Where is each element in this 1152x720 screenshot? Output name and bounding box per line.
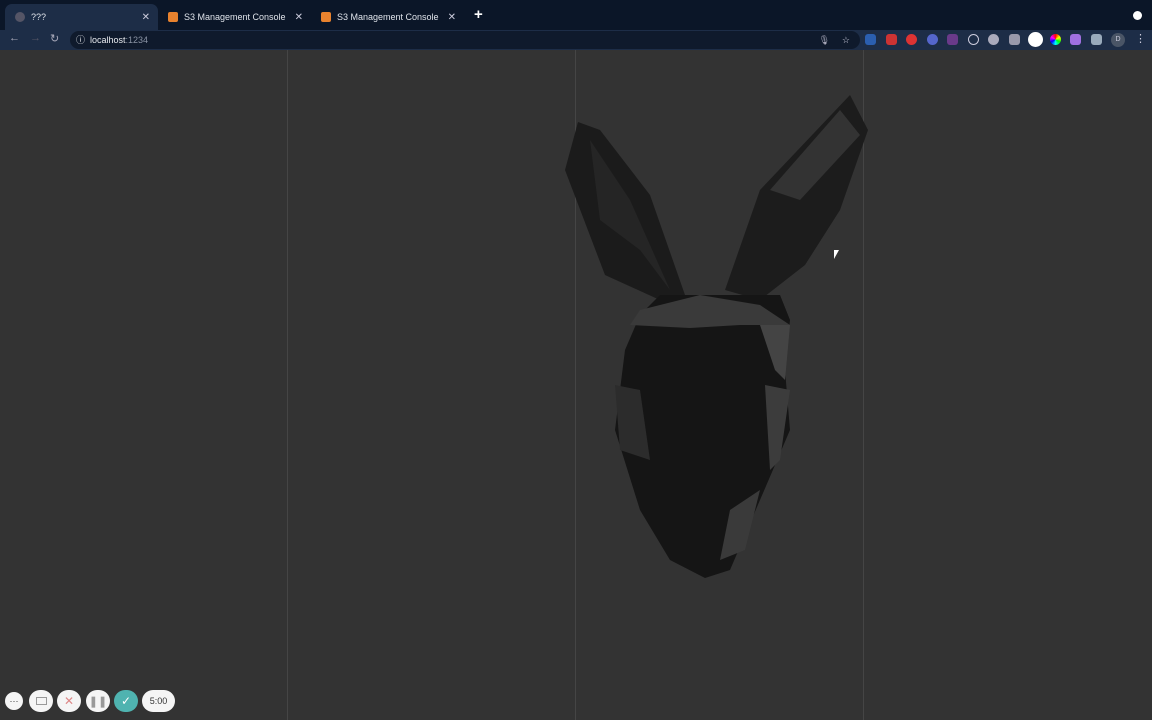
pause-button[interactable]: ❚❚	[86, 690, 110, 712]
reload-icon[interactable]: ↻	[50, 32, 59, 45]
aws-s3-icon	[168, 12, 178, 22]
tab-search-icon[interactable]	[1133, 11, 1142, 20]
address-bar[interactable]: ⓘ localhost:1234 🎙 ☆	[70, 31, 860, 49]
tab-bar: ??? ✕ S3 Management Console ✕ S3 Managem…	[0, 0, 1152, 30]
new-tab-button[interactable]: +	[474, 6, 483, 23]
star-icon[interactable]: ☆	[842, 31, 850, 49]
react-icon[interactable]	[968, 34, 979, 45]
record-icon[interactable]	[906, 34, 917, 45]
word-icon[interactable]	[865, 34, 876, 45]
donkey-head-model	[565, 95, 868, 578]
cancel-button[interactable]: ✕	[57, 690, 81, 712]
back-icon[interactable]: ←	[9, 32, 20, 44]
close-tab-icon[interactable]: ✕	[142, 12, 150, 23]
youtube-icon[interactable]	[886, 34, 897, 45]
aws-s3-icon	[321, 12, 331, 22]
more-button[interactable]: ···	[5, 692, 23, 710]
dev-icon[interactable]	[947, 34, 958, 45]
tab-s3-2[interactable]: S3 Management Console ✕	[311, 4, 464, 30]
globe-icon	[15, 12, 25, 22]
cloud-icon[interactable]	[988, 34, 999, 45]
tab-title: ???	[31, 12, 47, 22]
close-tab-icon[interactable]: ✕	[448, 12, 456, 23]
mic-icon[interactable]: 🎙	[819, 31, 830, 49]
profile-avatar[interactable]: D	[1111, 33, 1125, 47]
camera-icon[interactable]	[1009, 34, 1020, 45]
tab-s3-1[interactable]: S3 Management Console ✕	[158, 4, 311, 30]
close-tab-icon[interactable]: ✕	[295, 12, 303, 23]
mouse-cursor	[834, 250, 839, 259]
menu-icon[interactable]: ⋮	[1135, 32, 1146, 45]
canvas-viewport[interactable]	[0, 50, 1152, 720]
finish-button[interactable]: ✓	[114, 690, 138, 712]
puzzle-icon[interactable]	[1091, 34, 1102, 45]
timer: 5:00	[142, 690, 175, 712]
camera-icon	[35, 697, 47, 705]
tab-title: S3 Management Console	[337, 12, 439, 22]
url-port: :1234	[125, 35, 149, 45]
camera-toggle-button[interactable]	[29, 690, 53, 712]
url-host: localhost	[90, 35, 126, 45]
font-icon[interactable]	[1028, 32, 1043, 47]
toolbar: ← → ↻ ⓘ localhost:1234 🎙 ☆ D ⋮	[0, 30, 1152, 50]
bug-icon[interactable]	[927, 34, 938, 45]
tab-title: S3 Management Console	[184, 12, 286, 22]
gem-icon[interactable]	[1070, 34, 1081, 45]
color-icon[interactable]	[1050, 34, 1061, 45]
info-icon: ⓘ	[76, 35, 86, 45]
forward-icon[interactable]: →	[30, 32, 41, 44]
tab-active[interactable]: ??? ✕	[5, 4, 158, 30]
